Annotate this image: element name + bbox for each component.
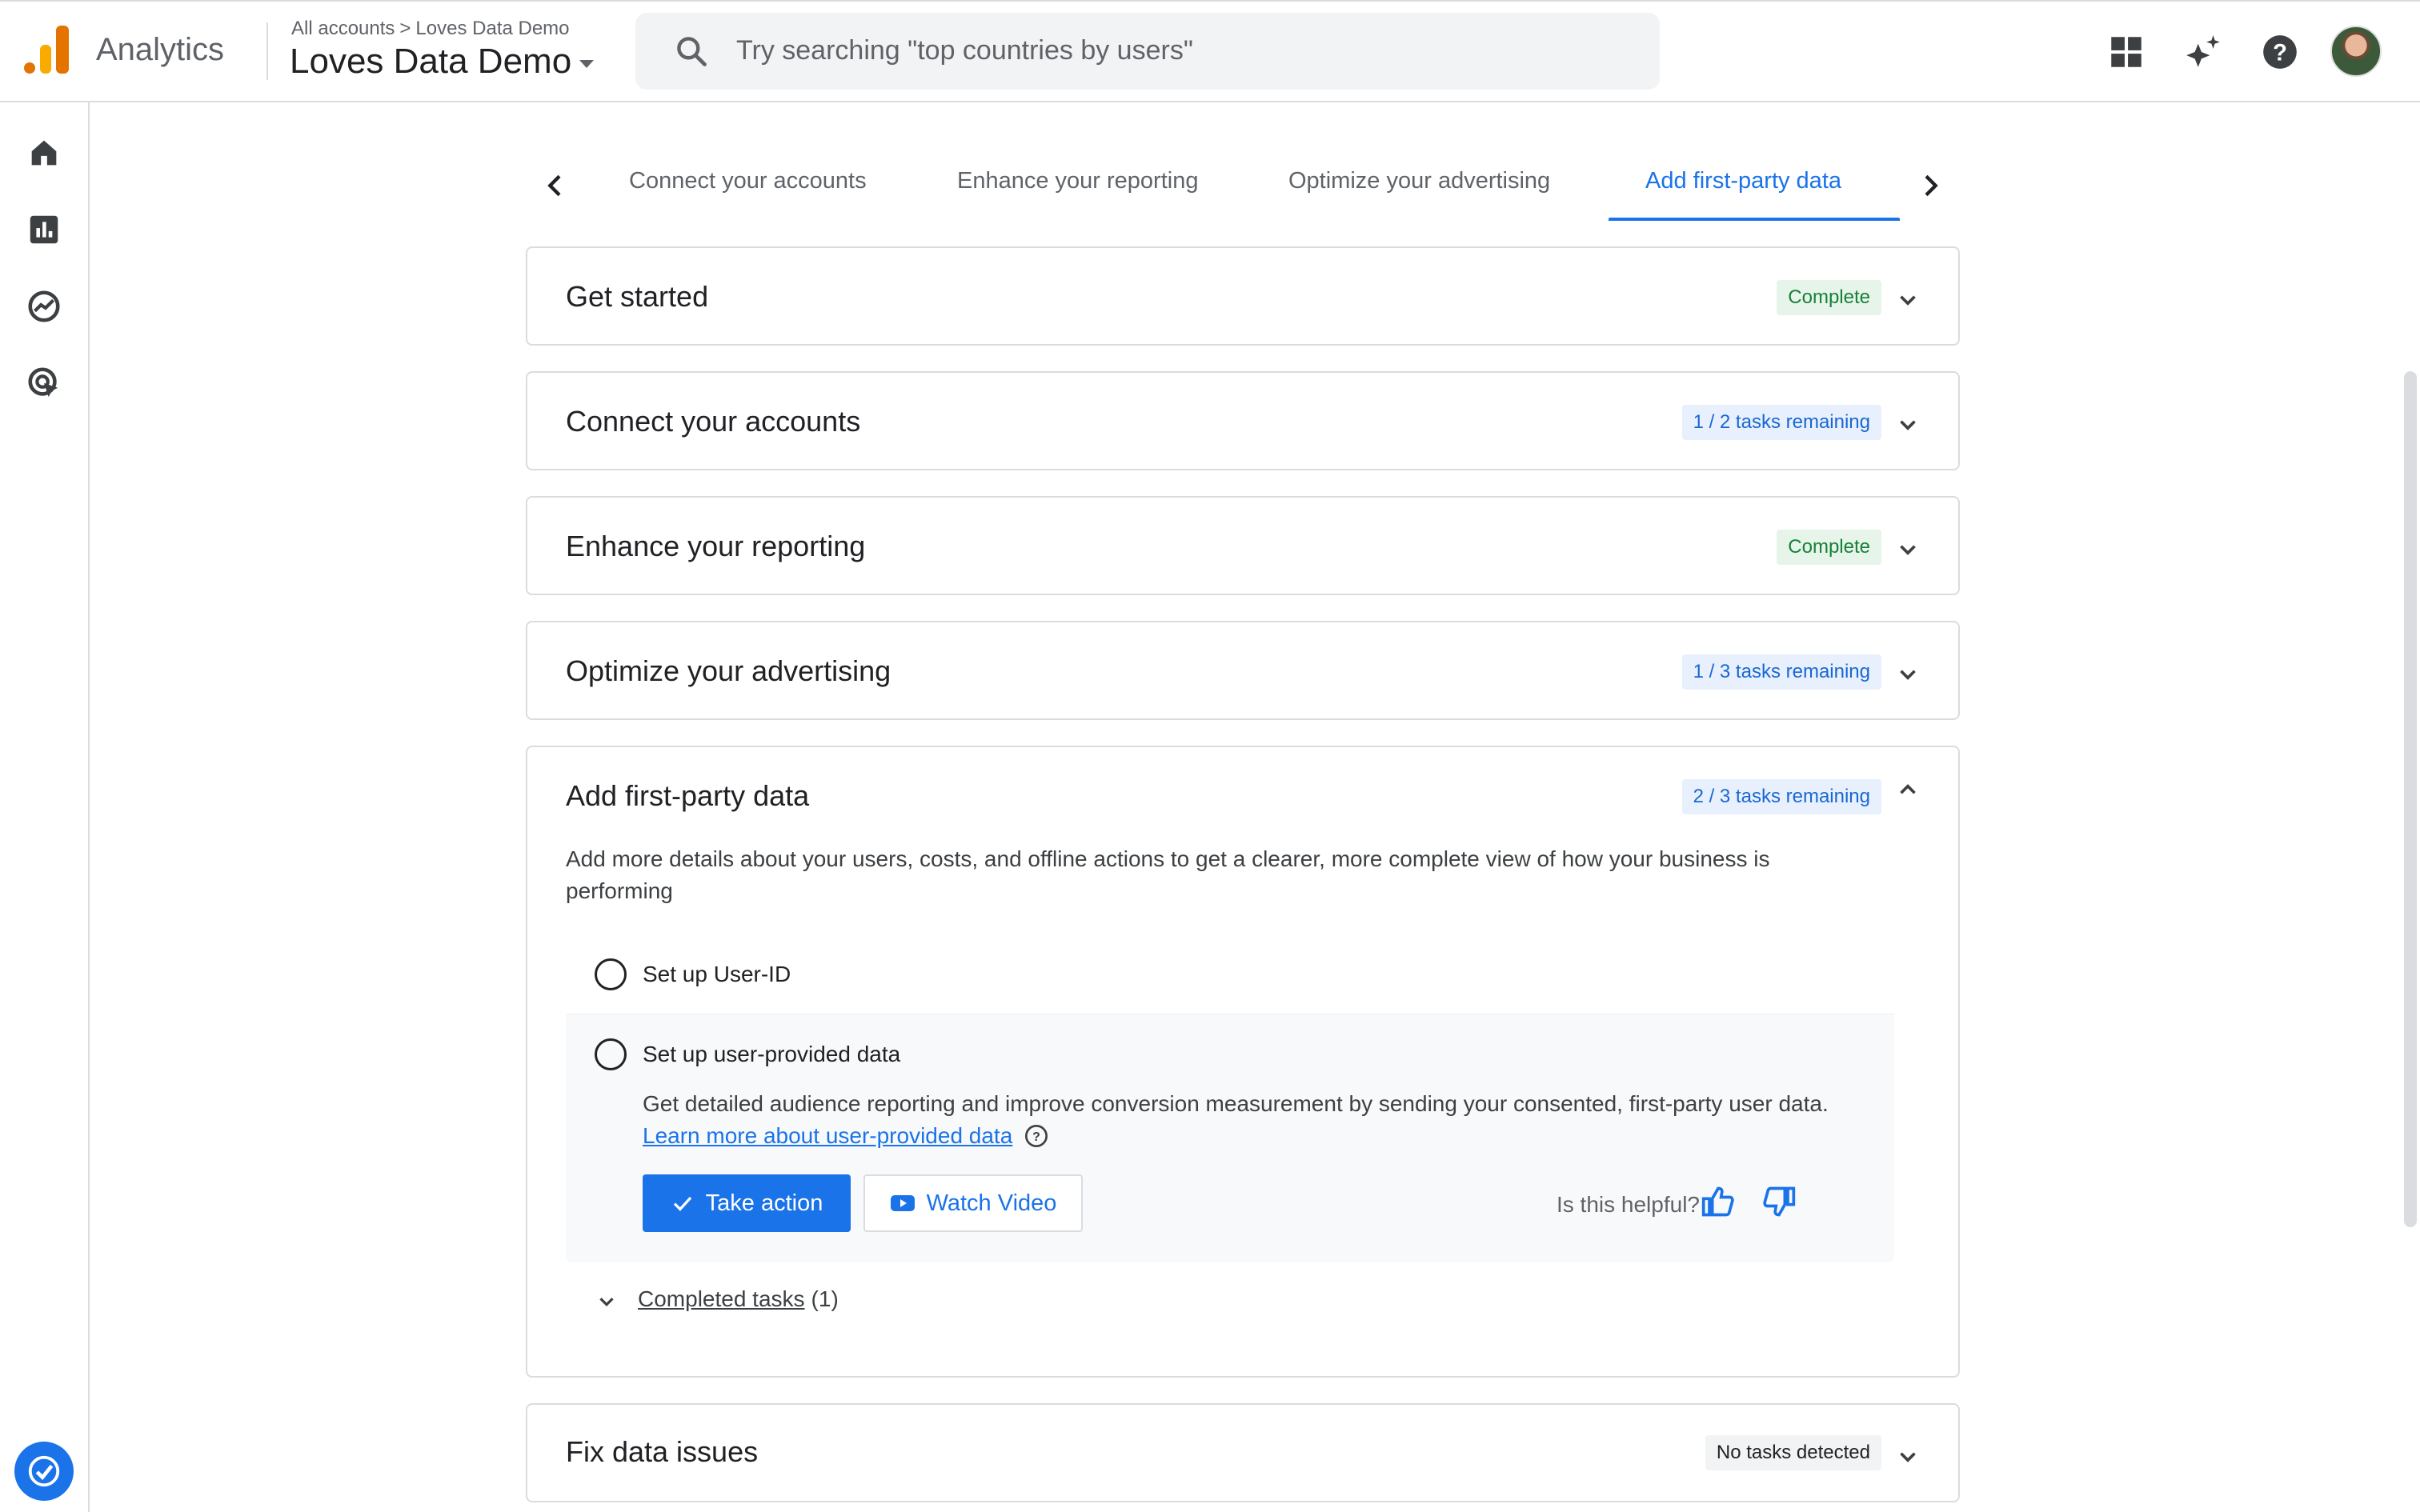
watch-video-label: Watch Video xyxy=(926,1190,1057,1216)
status-badge: 1 / 2 tasks remaining xyxy=(1681,405,1881,440)
tab-enhance-reporting[interactable]: Enhance your reporting xyxy=(957,168,1198,194)
tab-first-party-data[interactable]: Add first-party data xyxy=(1645,168,1841,194)
section-fix-data-issues[interactable]: Fix data issues No tasks detected xyxy=(526,1403,1960,1502)
setup-assistant-icon[interactable] xyxy=(14,1442,74,1501)
section-description: Add more details about your users, costs… xyxy=(566,846,1770,903)
section-connect-accounts[interactable]: Connect your accounts 1 / 2 tasks remain… xyxy=(526,371,1960,470)
thumb-down-icon[interactable] xyxy=(1761,1184,1797,1219)
avatar[interactable] xyxy=(2330,26,2382,77)
status-badge: Complete xyxy=(1777,530,1881,565)
chevron-down-icon[interactable] xyxy=(1894,661,1921,688)
dropdown-arrow-icon xyxy=(579,60,595,68)
chevron-down-icon[interactable] xyxy=(1894,411,1921,438)
section-first-party-data: Add first-party data 2 / 3 tasks remaini… xyxy=(526,746,1960,1378)
property-name: Loves Data Demo xyxy=(290,42,572,81)
header-divider xyxy=(266,22,268,80)
status-badge: 2 / 3 tasks remaining xyxy=(1681,779,1881,814)
analytics-logo-icon[interactable] xyxy=(24,26,69,74)
tab-optimize-advertising[interactable]: Optimize your advertising xyxy=(1288,168,1550,194)
home-icon[interactable] xyxy=(26,134,62,171)
help-icon[interactable]: ? xyxy=(2260,32,2300,72)
apps-grid-icon[interactable] xyxy=(2106,32,2146,72)
take-action-label: Take action xyxy=(705,1190,823,1216)
completed-tasks-count: (1) xyxy=(811,1286,839,1311)
completed-tasks-toggle[interactable]: Completed tasks (1) xyxy=(595,1285,839,1314)
property-selector[interactable]: Loves Data Demo xyxy=(290,42,595,82)
task-description: Get detailed audience reporting and impr… xyxy=(643,1091,1829,1116)
status-badge: No tasks detected xyxy=(1705,1435,1881,1470)
search-input[interactable]: Try searching "top countries by users" xyxy=(736,35,1193,66)
explore-icon[interactable] xyxy=(26,288,62,325)
section-title[interactable]: Add first-party data xyxy=(566,779,809,813)
task-set-up-user-id[interactable]: Set up User-ID xyxy=(566,936,1894,1014)
chevron-left-icon[interactable] xyxy=(539,170,571,202)
task-label: Set up User-ID xyxy=(643,962,791,986)
breadcrumb[interactable]: All accounts > Loves Data Demo xyxy=(291,18,570,40)
section-title: Get started xyxy=(566,280,709,313)
advertising-icon[interactable] xyxy=(26,365,62,402)
learn-more-row: Learn more about user-provided data ? xyxy=(643,1123,1049,1149)
section-title: Connect your accounts xyxy=(566,405,861,438)
section-enhance-reporting[interactable]: Enhance your reporting Complete xyxy=(526,496,1960,595)
thumb-up-icon[interactable] xyxy=(1701,1184,1736,1219)
search-icon xyxy=(677,37,707,66)
setup-tabs: Connect your accounts Enhance your repor… xyxy=(528,152,1961,224)
svg-text:?: ? xyxy=(2273,40,2287,66)
helpful-prompt: Is this helpful? xyxy=(1557,1192,1700,1217)
breadcrumb-property[interactable]: Loves Data Demo xyxy=(415,18,569,39)
section-get-started[interactable]: Get started Complete xyxy=(526,246,1960,346)
chevron-down-icon[interactable] xyxy=(595,1290,619,1314)
check-icon xyxy=(673,1197,691,1211)
watch-video-button[interactable]: Watch Video xyxy=(863,1174,1083,1232)
active-tab-indicator xyxy=(1609,218,1900,221)
status-badge: 1 / 3 tasks remaining xyxy=(1681,654,1881,690)
task-radio[interactable] xyxy=(595,958,627,990)
task-set-up-user-provided-data: Set up user-provided data Get detailed a… xyxy=(566,1014,1894,1262)
take-action-button[interactable]: Take action xyxy=(643,1174,851,1232)
status-badge: Complete xyxy=(1777,280,1881,315)
svg-text:?: ? xyxy=(1032,1130,1040,1144)
left-navigation xyxy=(0,102,90,1512)
section-title: Enhance your reporting xyxy=(566,530,866,562)
top-app-bar: Analytics All accounts > Loves Data Demo L… xyxy=(0,0,2420,102)
task-radio[interactable] xyxy=(595,1038,627,1070)
chevron-right-icon: > xyxy=(399,18,411,39)
chevron-up-icon[interactable] xyxy=(1894,776,1921,803)
scrollbar[interactable] xyxy=(2404,371,2417,1227)
app-name: Analytics xyxy=(96,32,225,67)
learn-more-link[interactable]: Learn more about user-provided data xyxy=(643,1123,1012,1149)
help-outline-icon[interactable]: ? xyxy=(1024,1123,1049,1149)
section-optimize-advertising[interactable]: Optimize your advertising 1 / 3 tasks re… xyxy=(526,621,1960,720)
section-title: Optimize your advertising xyxy=(566,654,891,687)
search-bar[interactable]: Try searching "top countries by users" xyxy=(635,13,1660,90)
chevron-down-icon[interactable] xyxy=(1894,536,1921,563)
breadcrumb-account[interactable]: All accounts xyxy=(291,18,395,39)
chevron-down-icon[interactable] xyxy=(1894,1443,1921,1470)
tab-connect-accounts[interactable]: Connect your accounts xyxy=(629,168,867,194)
youtube-icon xyxy=(890,1195,915,1211)
task-label[interactable]: Set up user-provided data xyxy=(643,1042,900,1067)
sparkle-insights-icon[interactable] xyxy=(2183,32,2223,72)
section-title: Fix data issues xyxy=(566,1435,759,1468)
reports-icon[interactable] xyxy=(26,211,62,248)
completed-tasks-link[interactable]: Completed tasks xyxy=(638,1286,805,1312)
chevron-down-icon[interactable] xyxy=(1894,286,1921,314)
chevron-right-icon[interactable] xyxy=(1914,170,1946,202)
